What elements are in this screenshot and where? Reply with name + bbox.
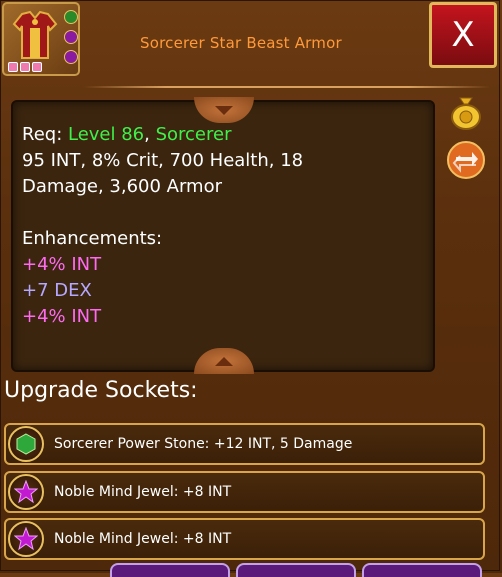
- rarity-dot: [32, 62, 42, 72]
- purple-star-icon: [8, 521, 44, 557]
- green-gem-icon: [64, 10, 78, 24]
- rarity-dot: [8, 62, 18, 72]
- bottom-tabs: [110, 563, 482, 577]
- socket-label: Sorcerer Power Stone: +12 INT, 5 Damage: [54, 436, 353, 452]
- enhancement-item: +7 DEX: [22, 280, 92, 301]
- purple-gem-icon: [64, 30, 78, 44]
- armor-item-icon: [2, 2, 80, 76]
- socket-row[interactable]: Sorcerer Power Stone: +12 INT, 5 Damage: [4, 423, 485, 465]
- requirement-line: Req: Level 86, Sorcerer: [22, 122, 422, 148]
- chevron-down-icon: [215, 106, 233, 115]
- stats-line-1: 95 INT, 8% Crit, 700 Health, 18: [22, 150, 304, 171]
- purple-star-icon: [8, 474, 44, 510]
- req-label: Req:: [22, 124, 68, 145]
- close-button[interactable]: X: [429, 2, 497, 68]
- purple-gem-icon: [64, 50, 78, 64]
- enhancement-item: +4% INT: [22, 306, 102, 327]
- req-separator: ,: [144, 124, 156, 145]
- sell-gold-bag-icon[interactable]: [446, 92, 486, 132]
- socket-row[interactable]: Noble Mind Jewel: +8 INT: [4, 471, 485, 513]
- bottom-tab[interactable]: [110, 563, 230, 577]
- stats-line-2: Damage, 3,600 Armor: [22, 176, 222, 197]
- header-divider: [84, 86, 490, 88]
- enhancement-item: +4% INT: [22, 254, 102, 275]
- armor-icon: [12, 10, 58, 59]
- level-requirement: Level 86: [67, 124, 145, 145]
- close-icon: X: [451, 15, 475, 55]
- swap-icon[interactable]: [446, 140, 486, 180]
- class-requirement: Sorcerer: [155, 124, 232, 145]
- upgrade-sockets-heading: Upgrade Sockets:: [4, 378, 198, 403]
- socket-row[interactable]: Noble Mind Jewel: +8 INT: [4, 518, 485, 560]
- bottom-tab[interactable]: [236, 563, 356, 577]
- rarity-dot: [20, 62, 30, 72]
- chevron-up-icon: [215, 357, 233, 366]
- green-gem-icon: [8, 426, 44, 462]
- socket-label: Noble Mind Jewel: +8 INT: [54, 484, 232, 500]
- enhancements-label: Enhancements:: [22, 228, 163, 249]
- item-description: Req: Level 86, Sorcerer 95 INT, 8% Crit,…: [22, 122, 422, 330]
- item-title: Sorcerer Star Beast Armor: [140, 34, 342, 52]
- socket-label: Noble Mind Jewel: +8 INT: [54, 531, 232, 547]
- bottom-tab[interactable]: [362, 563, 482, 577]
- rarity-dots: [8, 62, 42, 72]
